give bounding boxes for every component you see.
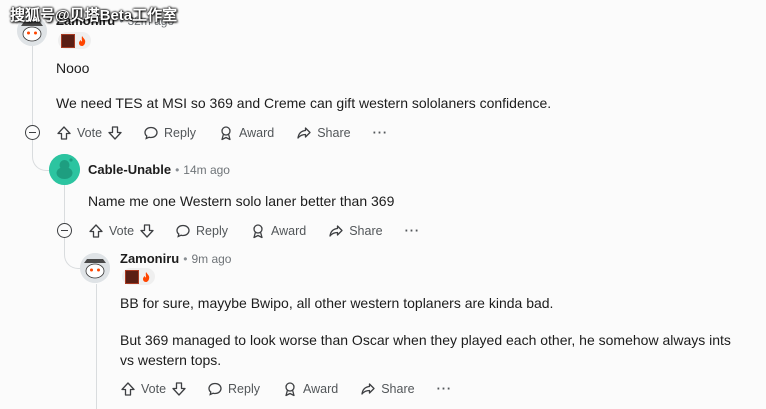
vote-label: Vote: [77, 126, 103, 140]
flame-icon: [143, 271, 150, 282]
award-label: Award: [271, 224, 307, 238]
more-options-icon: ···: [436, 382, 453, 396]
comment-meta: Zamoniru • 9m ago: [120, 251, 231, 266]
more-options-button[interactable]: ···: [437, 382, 453, 396]
share-label: Share: [317, 126, 351, 140]
reply-button[interactable]: Reply: [175, 223, 228, 239]
share-icon: [329, 225, 343, 237]
comment-bubble-icon: [144, 126, 158, 140]
vote-control: Vote: [88, 223, 155, 239]
reply-label: Reply: [228, 382, 260, 396]
snoo-avatar-icon: [80, 253, 110, 283]
avatar[interactable]: [49, 154, 80, 185]
award-icon: [285, 382, 295, 397]
comment-actions: Vote Reply Award Share ···: [56, 125, 410, 141]
share-button[interactable]: Share: [296, 125, 351, 141]
reply-button[interactable]: Reply: [207, 381, 260, 397]
user-flair: [58, 32, 91, 49]
reply-label: Reply: [164, 126, 196, 140]
reply-label: Reply: [196, 224, 228, 238]
upvote-icon[interactable]: [88, 223, 104, 239]
user-flair: [122, 268, 155, 285]
thread-line: [96, 284, 97, 409]
collapse-thread-button[interactable]: [57, 223, 72, 238]
share-icon: [297, 127, 311, 139]
comment-body: BB for sure, mayybe Bwipo, all other wes…: [120, 295, 554, 311]
comment-body: Nooo: [56, 60, 90, 76]
reply-button[interactable]: Reply: [143, 125, 196, 141]
award-icon: [221, 126, 231, 141]
separator-dot: •: [175, 162, 180, 177]
comment-body: Name me one Western solo laner better th…: [88, 193, 395, 209]
more-options-icon: ···: [372, 126, 389, 140]
award-label: Award: [239, 126, 275, 140]
share-icon: [361, 383, 375, 395]
comment-bubble-icon: [176, 224, 190, 238]
avatar[interactable]: [80, 253, 110, 283]
downvote-icon[interactable]: [107, 125, 123, 141]
snoo-avatar-icon: [49, 154, 80, 185]
timestamp[interactable]: 9m ago: [191, 252, 231, 266]
share-label: Share: [349, 224, 383, 238]
vote-control: Vote: [120, 381, 187, 397]
vote-label: Vote: [109, 224, 135, 238]
more-options-icon: ···: [404, 224, 421, 238]
username[interactable]: Cable-Unable: [88, 162, 171, 177]
comment-body: We need TES at MSI so 369 and Creme can …: [56, 95, 552, 111]
upvote-icon[interactable]: [56, 125, 72, 141]
comment-bubble-icon: [208, 382, 222, 396]
flair-emblem-icon: [125, 269, 139, 284]
award-button[interactable]: Award: [250, 223, 306, 239]
award-button[interactable]: Award: [218, 125, 274, 141]
comment-body: But 369 managed to look worse than Oscar…: [120, 332, 731, 348]
separator-dot: •: [183, 251, 188, 266]
award-label: Award: [303, 382, 339, 396]
watermark: 搜狐号@贝塔Beta工作室: [10, 7, 178, 24]
downvote-icon[interactable]: [171, 381, 187, 397]
comment-actions: Vote Reply Award Share ···: [88, 223, 442, 239]
share-label: Share: [381, 382, 415, 396]
upvote-icon[interactable]: [120, 381, 136, 397]
comment-body: vs western tops.: [120, 352, 222, 368]
flair-emblem-icon: [61, 33, 75, 48]
thread-connector: [64, 238, 81, 269]
more-options-button[interactable]: ···: [405, 224, 421, 238]
vote-label: Vote: [141, 382, 167, 396]
award-button[interactable]: Award: [282, 381, 338, 397]
vote-control: Vote: [56, 125, 123, 141]
flame-icon: [79, 35, 86, 46]
comment-actions: Vote Reply Award Share ···: [120, 381, 474, 397]
award-icon: [253, 224, 263, 239]
thread-line: [32, 35, 33, 133]
more-options-button[interactable]: ···: [373, 126, 389, 140]
share-button[interactable]: Share: [360, 381, 415, 397]
username[interactable]: Zamoniru: [120, 251, 179, 266]
collapse-thread-button[interactable]: [25, 125, 40, 140]
thread-connector: [32, 140, 49, 171]
share-button[interactable]: Share: [328, 223, 383, 239]
downvote-icon[interactable]: [139, 223, 155, 239]
comment-meta: Cable-Unable • 14m ago: [88, 162, 230, 177]
timestamp[interactable]: 14m ago: [183, 163, 230, 177]
